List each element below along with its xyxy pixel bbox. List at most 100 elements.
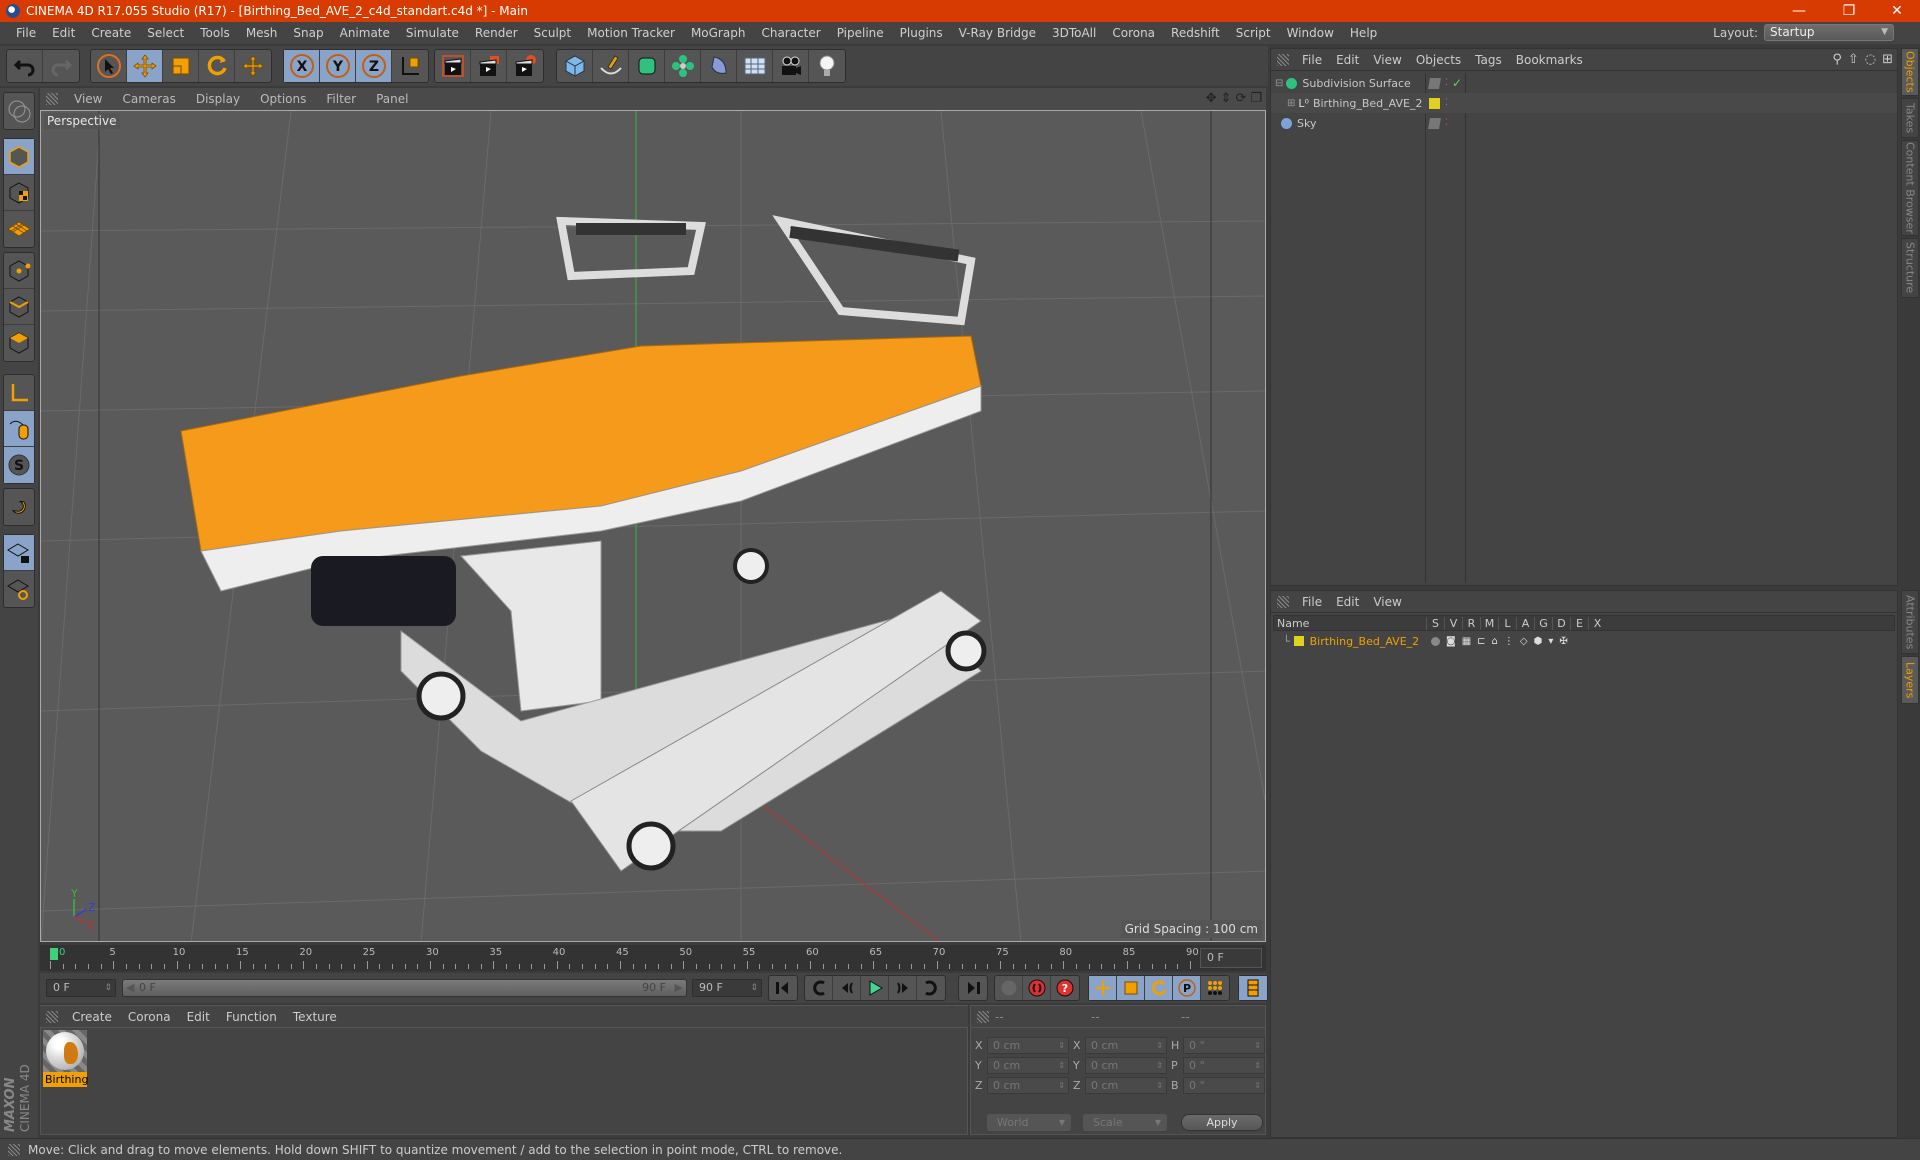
menu-redshift[interactable]: Redshift xyxy=(1163,26,1228,40)
xrefs-flag-icon[interactable]: ✠ xyxy=(1559,636,1567,647)
column-generators[interactable]: G xyxy=(1534,616,1552,630)
viewport-menu-options[interactable]: Options xyxy=(250,92,316,106)
tweak-mode-button[interactable] xyxy=(4,411,34,447)
keyframe-selection-button[interactable]: ? xyxy=(1051,976,1079,1000)
panel-grip-icon[interactable] xyxy=(46,93,58,105)
orbit-view-icon[interactable]: ⟳ xyxy=(1235,91,1246,106)
object-row[interactable]: ⊞ L⁰ Birthing_Bed_AVE_2 ⁚ xyxy=(1271,93,1897,113)
close-button[interactable]: ✕ xyxy=(1874,0,1920,22)
size-mode-dropdown[interactable]: Scale ▼ xyxy=(1083,1114,1167,1131)
menu-animate[interactable]: Animate xyxy=(332,26,398,40)
column-solo[interactable]: S xyxy=(1426,616,1444,630)
filter-icon[interactable]: ◌ xyxy=(1865,52,1876,67)
menu-mesh[interactable]: Mesh xyxy=(238,26,286,40)
restore-button[interactable]: ❐ xyxy=(1826,0,1872,22)
column-name[interactable]: Name xyxy=(1274,617,1426,630)
next-frame-button[interactable] xyxy=(889,976,917,1000)
add-spline-button[interactable] xyxy=(593,50,629,82)
birthing-bed-model[interactable] xyxy=(180,215,987,872)
column-animation[interactable]: A xyxy=(1516,616,1534,630)
workplane-sync-button[interactable] xyxy=(4,571,34,607)
objects-menu-objects[interactable]: Objects xyxy=(1409,53,1468,67)
material-menu-create[interactable]: Create xyxy=(64,1010,120,1024)
model-mode-button[interactable] xyxy=(4,139,34,175)
move-tool-button[interactable] xyxy=(127,50,163,82)
menu-tools[interactable]: Tools xyxy=(192,26,238,40)
menu-vray-bridge[interactable]: V-Ray Bridge xyxy=(951,26,1044,40)
size-x-field[interactable]: 0 cm ⇕ xyxy=(1085,1036,1167,1054)
render-picture-viewer-button[interactable] xyxy=(471,50,507,82)
menu-character[interactable]: Character xyxy=(753,26,828,40)
maximize-view-icon[interactable]: ❐ xyxy=(1250,91,1262,106)
record-keys-button[interactable] xyxy=(995,976,1023,1000)
workplane-mode-button[interactable] xyxy=(4,211,34,247)
layer-color-swatch[interactable] xyxy=(1293,636,1304,646)
add-camera-button[interactable] xyxy=(773,50,809,82)
visibility-dots-icon[interactable]: ⁚ xyxy=(1445,78,1448,88)
timeline-ruler[interactable]: 0 5 10 15 20 25 30 35 40 45 50 55 60 65 70 75 80 85 90 0 F xyxy=(40,945,1266,971)
frame-range-slider[interactable]: ◀ 0 F 90 F ▶ xyxy=(122,979,687,997)
axis-mode-button[interactable] xyxy=(4,375,34,411)
column-render[interactable]: R xyxy=(1462,616,1480,630)
size-z-field[interactable]: 0 cm ⇕ xyxy=(1085,1076,1167,1094)
menu-sculpt[interactable]: Sculpt xyxy=(526,26,579,40)
end-frame-field[interactable]: 90 F ⇕ xyxy=(692,979,762,997)
x-axis-lock-button[interactable]: X xyxy=(284,50,320,82)
layer-row[interactable]: └ Birthing_Bed_AVE_2 ◙ ▦ ⊏ ⌂ ⋮ ◇ ⬢ ▾ ✠ xyxy=(1271,632,1897,650)
menu-edit[interactable]: Edit xyxy=(44,26,83,40)
pos-x-field[interactable]: 0 cm ⇕ xyxy=(987,1036,1069,1054)
polygons-mode-button[interactable] xyxy=(4,325,34,361)
perspective-viewport[interactable]: Y Z X Perspective Grid Spacing : 100 cm xyxy=(40,110,1266,942)
panel-grip-icon[interactable] xyxy=(46,1010,58,1023)
viewport-menu-display[interactable]: Display xyxy=(186,92,250,106)
hierarchy-up-icon[interactable]: ⇧ xyxy=(1848,52,1859,67)
pos-z-field[interactable]: 0 cm ⇕ xyxy=(987,1076,1069,1094)
timeline-window-button[interactable] xyxy=(1239,976,1267,1000)
add-subdivision-button[interactable] xyxy=(629,50,665,82)
minimize-button[interactable]: — xyxy=(1776,0,1822,22)
menu-window[interactable]: Window xyxy=(1279,26,1342,40)
objects-menu-tags[interactable]: Tags xyxy=(1468,53,1509,67)
add-floor-button[interactable] xyxy=(737,50,773,82)
menu-3dtoall[interactable]: 3DToAll xyxy=(1044,26,1104,40)
add-light-button[interactable] xyxy=(809,50,845,82)
collapse-icon[interactable]: ⊟ xyxy=(1275,78,1283,89)
column-view[interactable]: V xyxy=(1444,616,1462,630)
tab-structure[interactable]: Structure xyxy=(1901,238,1919,298)
generators-flag-icon[interactable]: ◇ xyxy=(1520,636,1528,647)
layers-menu-view[interactable]: View xyxy=(1366,595,1408,609)
menu-pipeline[interactable]: Pipeline xyxy=(829,26,892,40)
column-deformers[interactable]: D xyxy=(1552,616,1570,630)
material-menu-texture[interactable]: Texture xyxy=(285,1010,345,1024)
solo-button[interactable]: S xyxy=(4,447,34,483)
size-y-field[interactable]: 0 cm ⇕ xyxy=(1085,1056,1167,1074)
coordinate-system-button[interactable] xyxy=(392,50,428,82)
menu-help[interactable]: Help xyxy=(1342,26,1385,40)
enabled-check-icon[interactable]: ✓ xyxy=(1452,76,1462,90)
objects-menu-bookmarks[interactable]: Bookmarks xyxy=(1509,53,1590,67)
y-axis-lock-button[interactable]: Y xyxy=(320,50,356,82)
apply-button[interactable]: Apply xyxy=(1181,1114,1263,1131)
panel-grip-icon[interactable] xyxy=(1277,595,1289,608)
column-locked[interactable]: L xyxy=(1498,616,1516,630)
transform-tool-button[interactable] xyxy=(235,50,271,82)
layers-menu-edit[interactable]: Edit xyxy=(1329,595,1366,609)
tab-objects[interactable]: Objects xyxy=(1901,48,1919,96)
rot-b-field[interactable]: 0 ° ⇕ xyxy=(1183,1076,1265,1094)
rotate-tool-button[interactable] xyxy=(199,50,235,82)
layout-dropdown[interactable]: Startup ▼ xyxy=(1764,24,1894,41)
expand-icon[interactable]: ⊞ xyxy=(1287,98,1295,109)
previous-frame-button[interactable] xyxy=(833,976,861,1000)
playhead[interactable] xyxy=(50,948,58,960)
scale-tool-button[interactable] xyxy=(163,50,199,82)
panel-grip-icon[interactable] xyxy=(1277,53,1289,66)
menu-corona[interactable]: Corona xyxy=(1104,26,1163,40)
key-scale-button[interactable] xyxy=(1117,976,1145,1000)
snap-button[interactable] xyxy=(4,489,34,525)
add-cloner-button[interactable] xyxy=(665,50,701,82)
expressions-flag-icon[interactable]: ▾ xyxy=(1548,636,1553,647)
menu-create[interactable]: Create xyxy=(83,26,139,40)
column-expressions[interactable]: E xyxy=(1570,616,1588,630)
visibility-dots-icon[interactable]: ⁚ xyxy=(1445,118,1448,128)
select-tool-button[interactable] xyxy=(91,50,127,82)
